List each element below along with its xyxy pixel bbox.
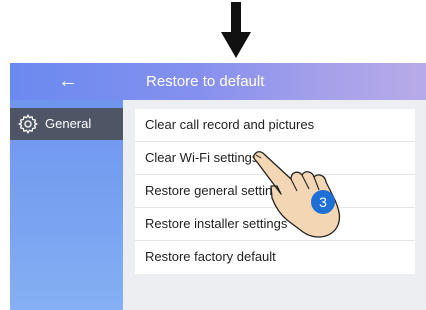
sidebar: General [10,100,123,310]
back-arrow-icon: ← [58,70,78,92]
sidebar-item-general[interactable]: General [10,108,123,140]
menu-item-label: Clear Wi-Fi settings [145,150,259,165]
back-button[interactable]: ← [46,69,90,93]
menu-item-clear-call-record[interactable]: Clear call record and pictures [135,109,415,142]
down-arrow-icon [221,2,251,58]
page-title: Restore to default [146,73,265,90]
sidebar-item-label: General [45,116,92,131]
menu-item-label: Restore factory default [145,249,276,264]
menu-item-label: Clear call record and pictures [145,117,315,132]
step-number-badge: 3 [311,190,335,214]
pointing-hand-icon [253,151,341,238]
menu-item-restore-factory[interactable]: Restore factory default [135,241,415,274]
header-bar: ← Restore to default [10,63,426,100]
gear-icon [18,114,38,134]
